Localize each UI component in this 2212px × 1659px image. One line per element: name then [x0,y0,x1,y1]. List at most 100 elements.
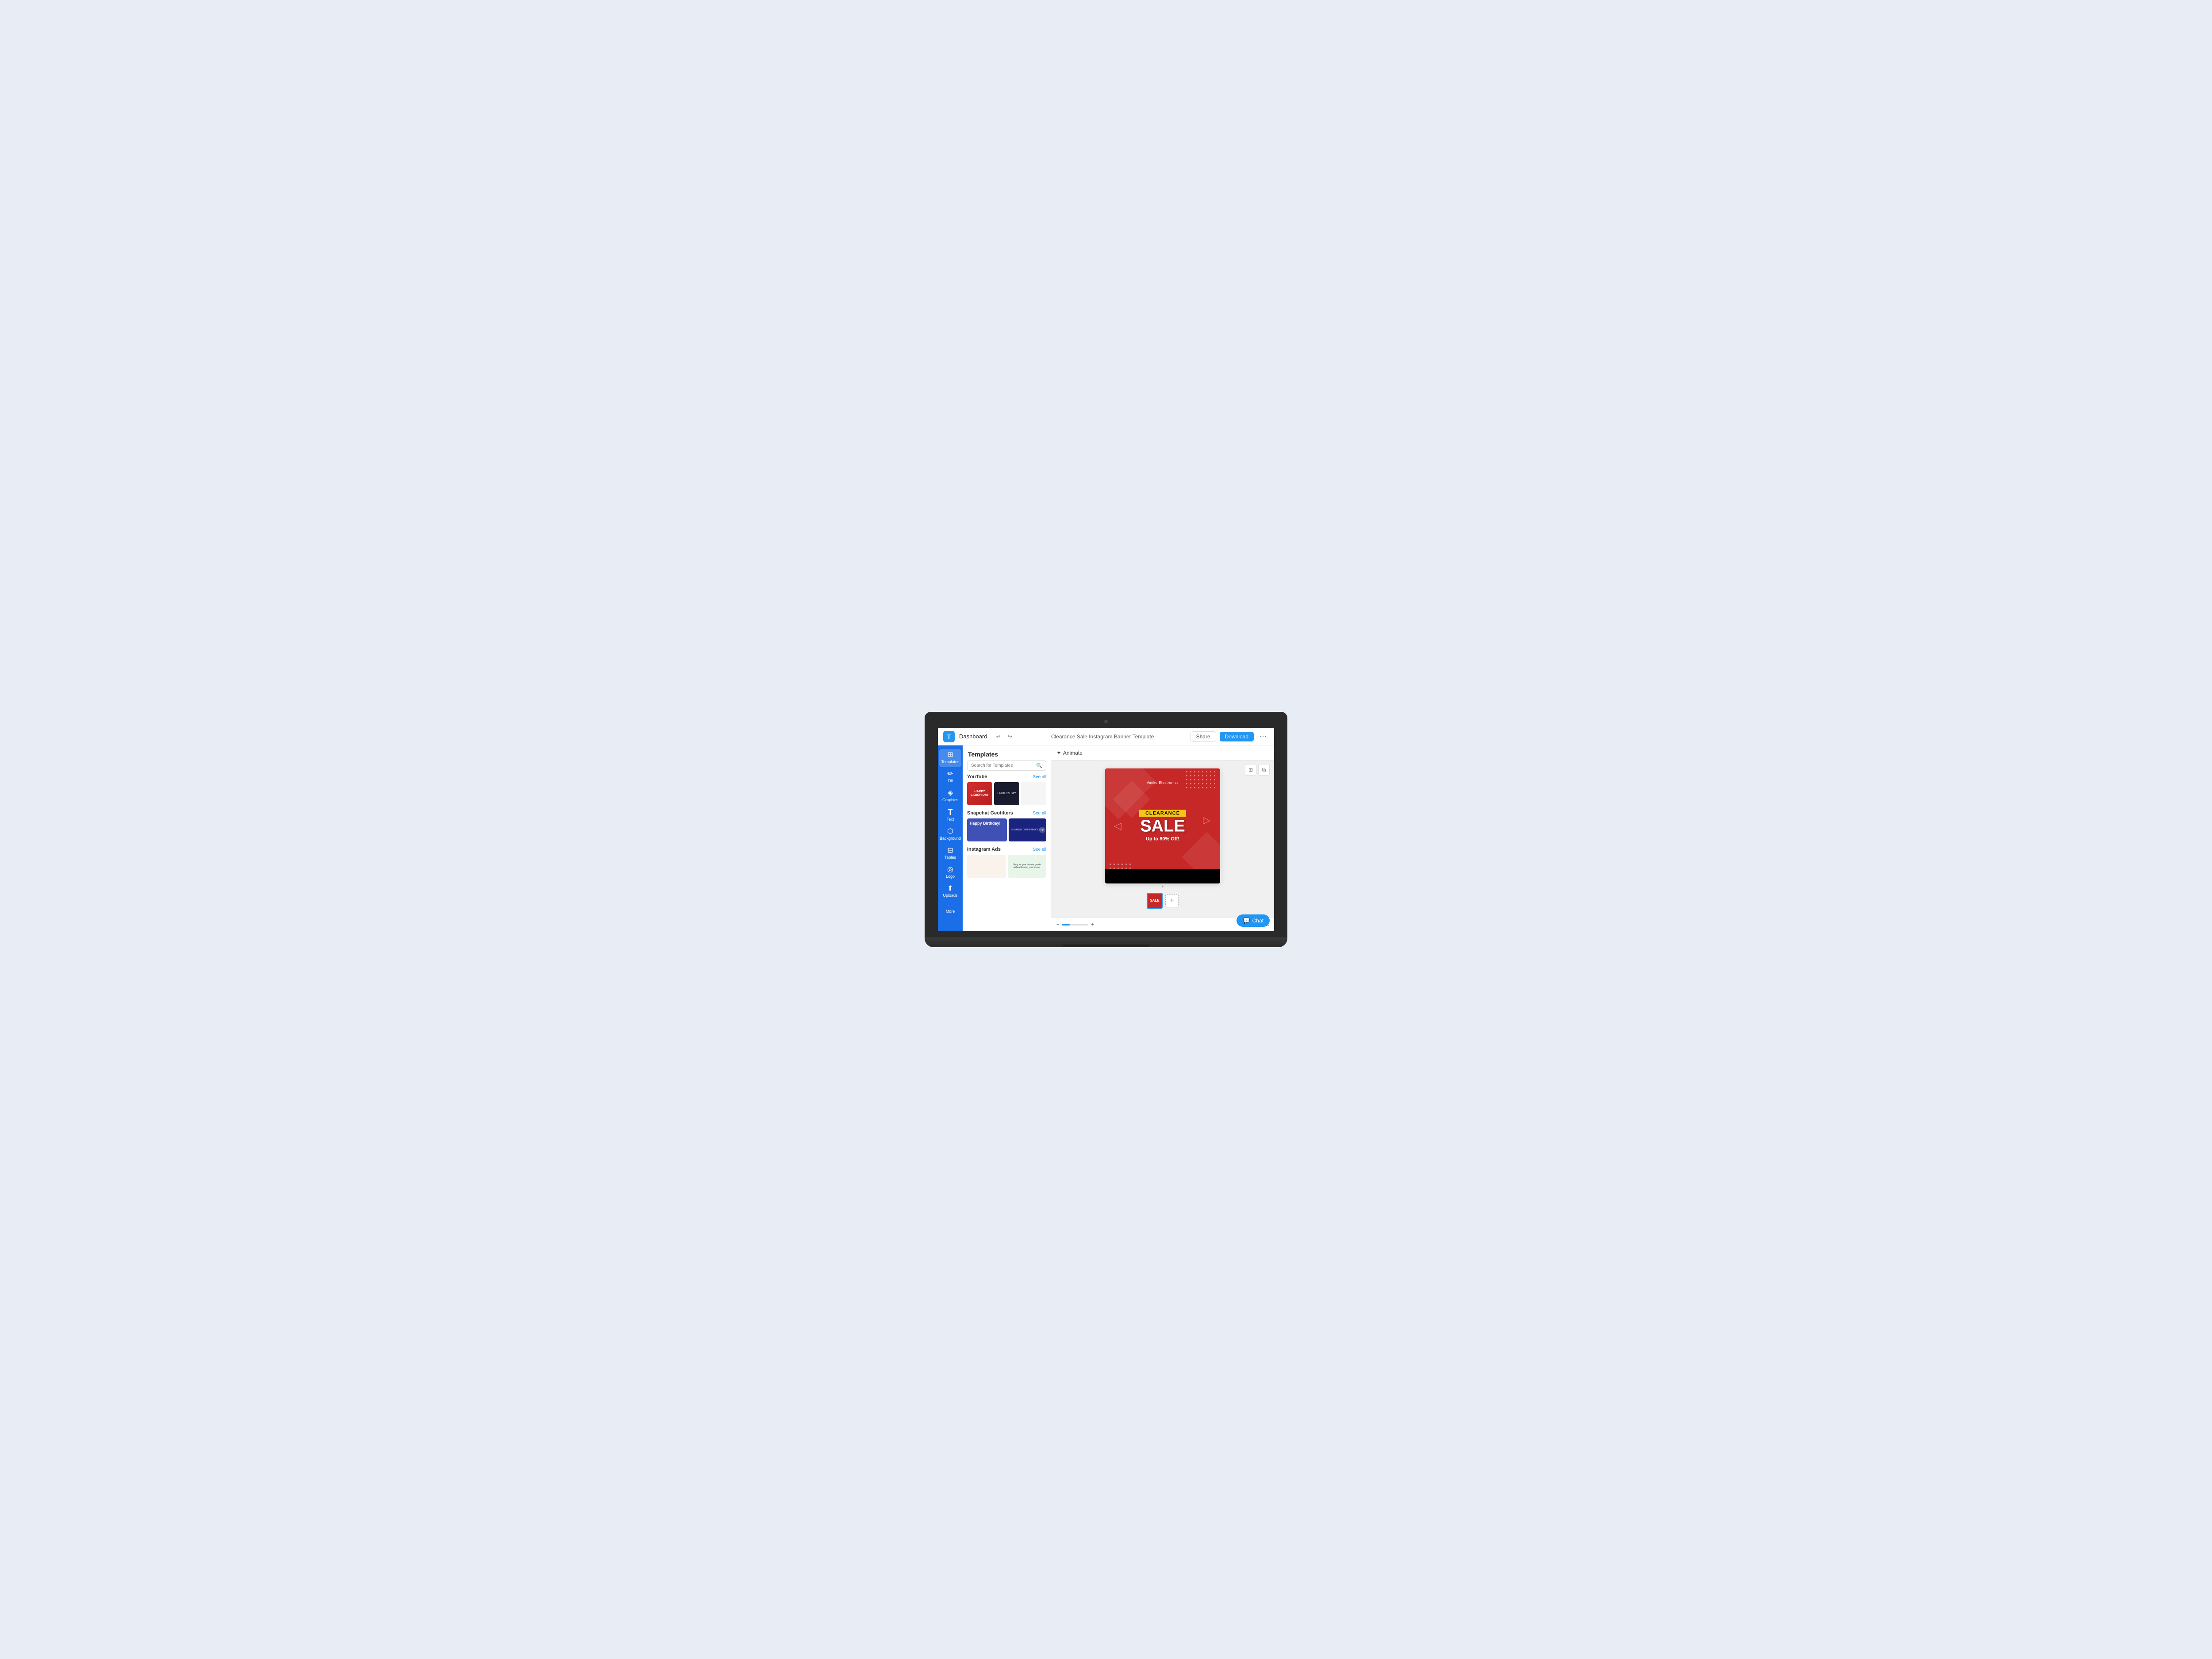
sidebar-item-label: Uploads [943,893,957,898]
search-icon: 🔍 [1036,763,1042,768]
template-item[interactable] [1021,782,1046,805]
template-item[interactable]: FATHER'S DAY [994,782,1019,805]
zoom-minus[interactable]: − [1056,922,1059,927]
zoom-slider-fill [1062,924,1070,926]
discount-text: Up to 80% Off! [1139,836,1186,841]
template-label: Happy Birthday! [970,821,1001,826]
logo-icon: ◎ [947,866,953,873]
template-item[interactable]: BUSINESS CONFERENCE 2030 › [1009,818,1047,841]
sidebar-item-background[interactable]: ⬡ Background [939,826,961,844]
topbar-actions: ↩ ↪ [994,732,1015,741]
sale-block: CLEARANCE SALE Up to 80% Off! [1139,809,1186,841]
templates-icon: ⊞ [947,752,953,759]
more-icon: ··· [948,904,953,908]
sidebar-item-text[interactable]: T Text [939,806,961,825]
sidebar-item-label: More [946,909,955,914]
sidebar-item-label: Templates [941,760,959,764]
zoom-plus[interactable]: + [1091,922,1094,927]
dashboard-label[interactable]: Dashboard [959,733,987,740]
redo-button[interactable]: ↪ [1005,732,1015,741]
section-title-instagram: Instagram Ads [967,847,1001,852]
sidebar-item-label: Graphics [942,798,958,803]
tables-icon: ⊟ [947,847,953,854]
text-icon: T [948,808,953,816]
app: T Dashboard ↩ ↪ Clearance Sale Instagram… [938,728,1274,931]
template-item[interactable]: Shop for your favorite goods without lea… [1008,855,1047,878]
section-header-snapchat: Snapchat Geofilters See all [967,810,1046,816]
canvas-toolbar: ✦ Animate [1051,745,1274,760]
arrow-right-decor: ▷ [1203,814,1210,826]
templates-scroll: YouTube See all HAPPY LABOR DAY FATHER'S… [963,774,1051,931]
main-content: ⊞ Templates ✏ Fill ◈ Graphics T [938,745,1274,931]
screen: T Dashboard ↩ ↪ Clearance Sale Instagram… [938,728,1274,931]
canvas-grid-button[interactable]: ⊞ [1245,764,1256,776]
share-button[interactable]: Share [1190,731,1216,742]
templates-panel-title: Templates [963,745,1051,760]
templates-search: 🔍 [963,760,1051,774]
next-template-arrow[interactable]: › [1039,827,1045,833]
animate-button[interactable]: ✦ Animate [1056,749,1083,757]
search-input-wrapper[interactable]: 🔍 [967,760,1046,771]
sidebar-item-graphics[interactable]: ◈ Graphics [939,787,961,805]
page-thumbnail-1[interactable]: SALE [1147,893,1163,909]
background-icon: ⬡ [947,828,953,835]
animate-label: Animate [1063,750,1083,756]
sidebar-item-uploads[interactable]: ⬆ Uploads [939,883,961,901]
section-header-youtube: YouTube See all [967,774,1046,780]
template-label: HAPPY LABOR DAY [969,790,991,798]
see-all-instagram[interactable]: See all [1033,847,1046,852]
chat-icon: 💬 [1243,917,1250,924]
sidebar-item-templates[interactable]: ⊞ Templates [939,749,961,767]
canvas-controls: ⊞ ⧉ [1245,764,1270,776]
zoom-slider[interactable] [1062,924,1088,926]
screen-bezel: T Dashboard ↩ ↪ Clearance Sale Instagram… [925,712,1287,937]
brand-name: Vanko Electronics [1147,781,1179,785]
camera [1104,720,1108,723]
template-section-youtube: YouTube See all HAPPY LABOR DAY FATHER'S… [967,774,1046,805]
template-item[interactable]: Happy Birthday! [967,818,1007,841]
sidebar-item-more[interactable]: ··· More [939,901,961,917]
document-title: Clearance Sale Instagram Banner Template [1019,733,1186,740]
sidebar-item-label: Logo [946,874,955,879]
template-item[interactable]: HAPPY LABOR DAY [967,782,992,805]
see-all-snapchat[interactable]: See all [1033,811,1046,816]
canvas-copy-button[interactable]: ⧉ [1258,764,1270,776]
instagram-template-grid: Shop for your favorite goods without lea… [967,855,1046,878]
sale-text: SALE [1139,818,1186,834]
zoom-controls: − + [1056,922,1094,927]
sidebar-item-label: Text [947,817,954,822]
chat-button[interactable]: 💬 Chat [1237,914,1270,927]
template-label: Shop for your favorite goods without lea… [1010,864,1045,869]
template-section-instagram: Instagram Ads See all Shop for your favo… [967,847,1046,878]
sidebar-item-label: Background [940,836,961,841]
section-header-instagram: Instagram Ads See all [967,847,1046,852]
see-all-youtube[interactable]: See all [1033,775,1046,780]
template-item[interactable] [967,855,1006,878]
canvas-main: ⊞ ⧉ [1051,760,1274,917]
graphics-icon: ◈ [948,790,953,797]
page-thumbnails: SALE + [1147,890,1179,910]
sidebar-item-logo[interactable]: ◎ Logo [939,864,961,882]
canvas-area: ✦ Animate ⊞ ⧉ [1051,745,1274,931]
arrow-left-decor: ◁ [1114,820,1121,832]
download-button[interactable]: Download [1220,732,1254,741]
fill-icon: ✏ [947,771,953,778]
template-label: FATHER'S DAY [998,792,1016,795]
undo-button[interactable]: ↩ [994,732,1003,741]
sidebar-item-tables[interactable]: ⊟ Tables [939,845,961,863]
uploads-icon: ⬆ [947,885,953,892]
sidebar-item-fill[interactable]: ✏ Fill [939,768,961,786]
bottom-strip [1105,869,1220,883]
app-logo[interactable]: T [943,731,955,742]
laptop: T Dashboard ↩ ↪ Clearance Sale Instagram… [925,712,1287,947]
templates-panel: Templates 🔍 YouTube [963,745,1051,931]
add-page-button[interactable]: + [1165,894,1179,907]
section-collapse-arrow[interactable]: ▾ [1160,883,1164,890]
template-section-snapchat: Snapchat Geofilters See all Happy Birthd… [967,810,1046,841]
search-input[interactable] [971,763,1033,768]
more-options-button[interactable]: ··· [1257,731,1269,742]
sidebar-item-label: Fill [948,779,953,783]
youtube-template-grid: HAPPY LABOR DAY FATHER'S DAY [967,782,1046,805]
topbar: T Dashboard ↩ ↪ Clearance Sale Instagram… [938,728,1274,745]
design-canvas[interactable]: ◁ ▷ Vanko Electronics CLEARANCE SALE Up … [1105,768,1220,883]
